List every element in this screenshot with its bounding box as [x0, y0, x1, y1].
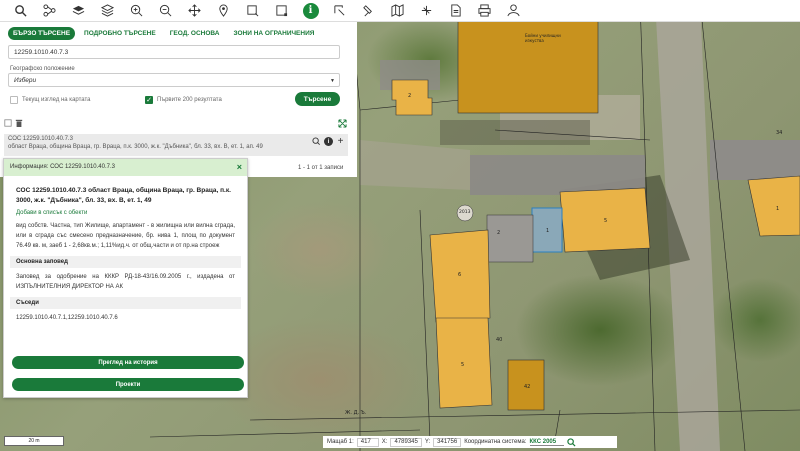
- search-input[interactable]: 12259.1010.40.7.3: [8, 45, 340, 59]
- close-icon[interactable]: ×: [237, 162, 242, 172]
- network-icon[interactable]: [35, 0, 64, 22]
- checkbox-icon: [10, 96, 18, 104]
- location-pin-icon[interactable]: [209, 0, 238, 22]
- info-title: СОС 12259.1010.40.7.3 област Враца, общи…: [16, 187, 231, 204]
- map-label: 5: [461, 362, 465, 368]
- print-icon[interactable]: [470, 0, 499, 22]
- result-actions: i +: [312, 136, 345, 147]
- cursor-icon[interactable]: [325, 0, 354, 22]
- current-view-label: Текущ изглед на картата: [22, 97, 91, 103]
- current-view-checkbox[interactable]: Текущ изглед на картата: [10, 96, 91, 104]
- x-label: X:: [381, 439, 388, 445]
- select-square-icon[interactable]: [267, 0, 296, 22]
- layers-outline-icon[interactable]: [93, 0, 122, 22]
- map-label: 1: [546, 228, 550, 234]
- result-address: област Враца, община Враца, гр. Враца, п…: [8, 144, 263, 150]
- y-coordinate: 341756: [433, 437, 462, 447]
- y-label: Y:: [424, 439, 431, 445]
- tab-quick-search[interactable]: БЪРЗО ТЪРСЕНЕ: [8, 26, 76, 40]
- map-icon[interactable]: [383, 0, 412, 22]
- result-tools: [4, 119, 23, 127]
- system-label: Координатна система:: [464, 439, 527, 445]
- map-label: 42: [524, 384, 531, 390]
- section-neighbours-text: 12259.1010.40.7.1,12259.1010.40.7.6: [16, 315, 118, 321]
- map-label: Бойни училищни изкуства: [525, 33, 561, 43]
- checkbox-icon[interactable]: [4, 119, 12, 127]
- first200-label: Първите 200 резултата: [157, 97, 222, 103]
- result-title: СОС 12259.1010.40.7.3: [8, 136, 73, 142]
- section-order-title: Основна заповед: [10, 256, 241, 268]
- search-button[interactable]: Търсене: [295, 92, 340, 106]
- map-label: 34: [776, 130, 783, 136]
- map-label: 1: [776, 206, 780, 212]
- tab-restriction-zones[interactable]: ЗОНИ НА ОГРАНИЧЕНИЯ: [229, 27, 320, 40]
- trash-icon[interactable]: [15, 119, 23, 127]
- geo-select[interactable]: Избери ▼: [8, 73, 340, 87]
- scale-label: Мащаб 1:: [327, 439, 354, 445]
- scale-input[interactable]: 417: [356, 437, 379, 447]
- result-item[interactable]: СОС 12259.1010.40.7.3 област Враца, общи…: [4, 134, 348, 156]
- map-label: 2: [497, 230, 501, 236]
- search-icon[interactable]: [567, 437, 576, 447]
- map-label: 40: [496, 337, 503, 343]
- search-panel: БЪРЗО ТЪРСЕНЕ ПОДРОБНО ТЪРСЕНЕ ГЕОД. ОСН…: [0, 22, 357, 177]
- geo-select-value: Избери: [14, 77, 37, 84]
- map-label: 2: [408, 93, 412, 99]
- user-icon[interactable]: [499, 0, 528, 22]
- map-label: 2013: [459, 210, 471, 215]
- scale-bar: 20 m: [4, 436, 64, 446]
- main-toolbar: i: [0, 0, 800, 22]
- map-label: Ж. Д. Ъ.: [345, 410, 367, 416]
- info-popup: Информация: СОС 12259.1010.40.7.3 × СОС …: [3, 158, 248, 398]
- map-label: 5: [604, 218, 608, 224]
- pan-icon[interactable]: [180, 0, 209, 22]
- history-button[interactable]: Преглед на история: [12, 356, 244, 369]
- status-bar: Мащаб 1: 417 X: 4789345 Y: 341756 Коорди…: [323, 436, 617, 448]
- add-to-list-link[interactable]: Добави в списък с обекти: [4, 205, 247, 216]
- info-icon[interactable]: i: [296, 0, 325, 22]
- coordinate-system-select[interactable]: ККС 2005: [529, 439, 565, 446]
- measure-icon[interactable]: [412, 0, 441, 22]
- select-area-icon[interactable]: [238, 0, 267, 22]
- section-order-text: Заповед за одобрение на КККР РД-18-43/16…: [16, 274, 235, 290]
- projects-button[interactable]: Проекти: [12, 378, 244, 391]
- checkbox-checked-icon: ✓: [145, 96, 153, 104]
- add-icon[interactable]: +: [336, 136, 345, 147]
- x-coordinate: 4789345: [390, 437, 422, 447]
- layers-icon[interactable]: [64, 0, 93, 22]
- zoom-out-icon[interactable]: [151, 0, 180, 22]
- map-label: 6: [458, 272, 462, 278]
- document-icon[interactable]: [441, 0, 470, 22]
- search-icon[interactable]: [6, 0, 35, 22]
- info-header: Информация: СОС 12259.1010.40.7.3 ×: [4, 159, 247, 176]
- section-neighbours-title: Съседи: [10, 297, 241, 309]
- zoom-to-icon[interactable]: [312, 137, 321, 146]
- zoom-in-icon[interactable]: [122, 0, 151, 22]
- info-description: вид собств. Частна, тип Жилище, апартаме…: [16, 223, 235, 249]
- tab-detailed-search[interactable]: ПОДРОБНО ТЪРСЕНЕ: [79, 27, 161, 40]
- expand-icon[interactable]: [338, 119, 347, 128]
- first200-checkbox[interactable]: ✓ Първите 200 резултата: [145, 96, 222, 104]
- chevron-down-icon: ▼: [330, 78, 335, 84]
- pin-outline-icon[interactable]: [354, 0, 383, 22]
- result-count: 1 - 1 от 1 записи: [298, 165, 344, 171]
- tab-geodetic-base[interactable]: ГЕОД. ОСНОВА: [165, 27, 225, 40]
- info-icon[interactable]: i: [324, 137, 333, 146]
- geo-label: Географско положение: [10, 66, 75, 72]
- search-tabs: БЪРЗО ТЪРСЕНЕ ПОДРОБНО ТЪРСЕНЕ ГЕОД. ОСН…: [0, 22, 357, 40]
- info-header-title: Информация: СОС 12259.1010.40.7.3: [10, 164, 115, 170]
